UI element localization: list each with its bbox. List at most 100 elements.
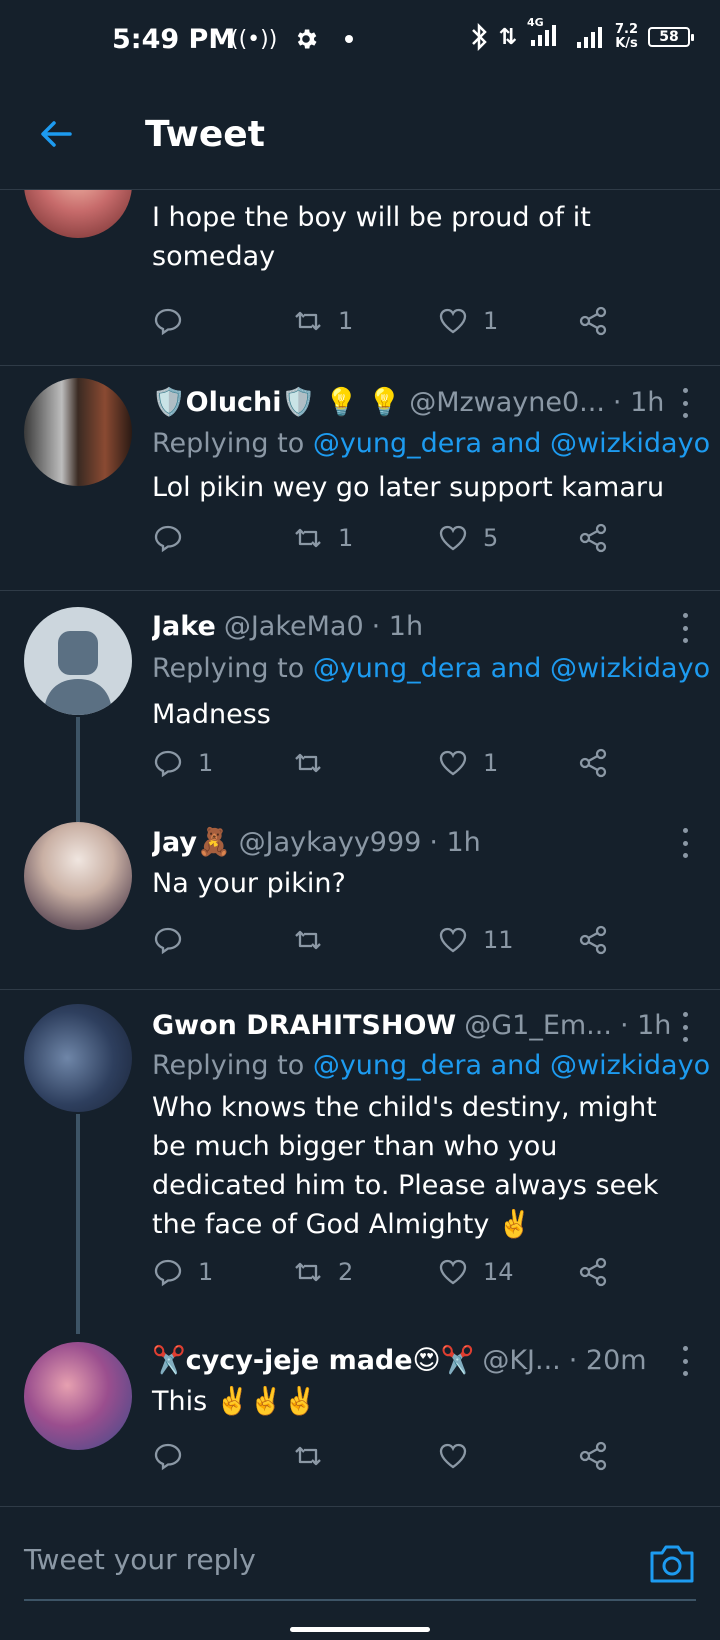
tweet-actions: 1 1 <box>152 747 622 787</box>
heart-icon <box>439 1443 467 1469</box>
retweet-icon <box>295 930 321 950</box>
like-button[interactable]: 1 <box>437 305 498 337</box>
user-handle[interactable]: @Mzwayne0... <box>409 387 605 418</box>
tweet-time: · 1h <box>612 386 665 418</box>
share-button[interactable] <box>577 305 609 337</box>
share-button[interactable] <box>577 747 609 779</box>
data-arrows-icon: ⇅ <box>498 24 517 50</box>
more-options-icon[interactable] <box>680 613 690 643</box>
page-title: Tweet <box>145 114 265 155</box>
share-button[interactable] <box>577 1256 609 1288</box>
tweet-time: · 1h <box>619 1010 672 1041</box>
avatar[interactable] <box>24 378 132 486</box>
tweet-actions: 1 5 <box>152 522 622 562</box>
user-handle[interactable]: @Jaykayy999 <box>239 827 422 858</box>
reply-button[interactable] <box>152 1440 198 1472</box>
heart-icon <box>439 525 467 551</box>
tweet-item[interactable]: 🛡️Oluchi🛡️ 💡 💡 @Mzwayne0... · 1h Replyin… <box>0 366 720 579</box>
tweet-time: · 20m <box>568 1344 647 1376</box>
like-button[interactable]: 11 <box>437 924 514 956</box>
retweet-button[interactable]: 1 <box>292 522 353 554</box>
tweet-item[interactable]: I hope the boy will be proud of it somed… <box>0 190 720 355</box>
settings-gear-icon <box>298 29 317 49</box>
reply-feed: I hope the boy will be proud of it somed… <box>0 190 720 1505</box>
retweet-button[interactable] <box>292 1440 338 1472</box>
battery-icon: 58 <box>648 27 694 47</box>
like-button[interactable]: 1 <box>437 747 498 779</box>
share-icon <box>579 306 607 336</box>
radio-icon: ((•)) <box>230 26 278 52</box>
avatar[interactable] <box>24 1004 132 1112</box>
share-icon <box>579 1441 607 1471</box>
retweet-button[interactable]: 2 <box>292 1256 353 1288</box>
display-name[interactable]: Gwon DRAHITSHOW <box>152 1010 456 1041</box>
tweet-item[interactable]: Jay🧸 @Jaykayy999 · 1h Na your pikin? 11 <box>0 820 720 990</box>
tweet-time: · 1h <box>371 611 424 642</box>
retweet-button[interactable]: 1 <box>292 305 353 337</box>
tweet-text: Madness <box>152 699 271 730</box>
retweet-icon <box>295 528 321 548</box>
avatar[interactable] <box>24 822 132 930</box>
reply-icon <box>154 308 182 336</box>
retweet-icon <box>295 753 321 773</box>
replying-to: Replying to @yung_dera and @wizkidayo <box>152 1050 711 1081</box>
avatar[interactable] <box>24 607 132 715</box>
share-button[interactable] <box>577 522 609 554</box>
reply-button[interactable] <box>152 305 198 337</box>
heart-icon <box>439 1259 467 1285</box>
tweet-actions: 11 <box>152 924 622 964</box>
tweet-time: · 1h <box>429 826 481 858</box>
reply-button[interactable] <box>152 522 198 554</box>
like-button[interactable] <box>437 1440 483 1472</box>
thread-line <box>76 717 80 822</box>
retweet-icon <box>295 1262 321 1282</box>
more-options-icon[interactable] <box>680 388 690 418</box>
reply-icon <box>154 1259 182 1287</box>
display-name[interactable]: Jake <box>152 611 216 642</box>
display-name[interactable]: Jay🧸 <box>152 826 231 858</box>
reply-input[interactable]: Tweet your reply <box>24 1543 584 1576</box>
mention-link[interactable]: @yung_dera and @wizkidayo <box>313 653 710 684</box>
reply-button[interactable]: 1 <box>152 747 213 779</box>
tweet-item[interactable]: Jake @JakeMa0 · 1h Replying to @yung_der… <box>0 591 720 822</box>
like-button[interactable]: 5 <box>437 522 498 554</box>
back-arrow-icon[interactable] <box>36 114 76 154</box>
tweet-item[interactable]: Gwon DRAHITSHOW @G1_Em... · 1h Replying … <box>0 990 720 1334</box>
reply-icon <box>154 1443 182 1471</box>
more-options-icon[interactable] <box>680 1012 690 1042</box>
more-options-icon[interactable] <box>680 1346 690 1376</box>
mention-link[interactable]: @yung_dera and @wizkidayo <box>313 428 710 459</box>
tweet-text-continued: someday <box>152 241 276 272</box>
tweet-text: This ✌️✌️✌️ <box>152 1386 317 1417</box>
home-indicator[interactable] <box>290 1627 430 1632</box>
heart-icon <box>439 927 467 953</box>
more-options-icon[interactable] <box>680 828 690 858</box>
tweet-text: Na your pikin? <box>152 868 346 899</box>
reply-button[interactable]: 1 <box>152 1256 213 1288</box>
avatar[interactable] <box>24 1342 132 1450</box>
like-button[interactable]: 14 <box>437 1256 514 1288</box>
share-button[interactable] <box>577 1440 609 1472</box>
user-handle[interactable]: @G1_Em... <box>464 1010 612 1041</box>
default-avatar-icon <box>44 631 112 715</box>
display-name[interactable]: ✂️cycy-jeje made😍✂️ <box>152 1344 474 1376</box>
camera-icon[interactable] <box>648 1541 696 1585</box>
reply-button[interactable] <box>152 924 198 956</box>
thread-line <box>76 1114 80 1334</box>
avatar[interactable] <box>24 190 132 238</box>
user-handle[interactable]: @KJ... <box>482 1345 560 1376</box>
bluetooth-icon <box>471 23 487 51</box>
tweet-actions: 1 1 <box>152 305 622 345</box>
share-icon <box>579 523 607 553</box>
retweet-button[interactable] <box>292 924 338 956</box>
top-app-bar: Tweet <box>0 80 720 190</box>
tweet-item[interactable]: ✂️cycy-jeje made😍✂️ @KJ... · 20m This ✌️… <box>0 1340 720 1505</box>
user-handle[interactable]: @JakeMa0 <box>224 611 364 642</box>
status-bar: 5:49 PM ((•)) ⇅ 4G 7.2 K/s 58 <box>0 0 720 80</box>
reply-composer: Tweet your reply <box>0 1506 720 1640</box>
tweet-text: Lol pikin wey go later support kamaru <box>152 472 665 503</box>
retweet-button[interactable] <box>292 747 338 779</box>
share-button[interactable] <box>577 924 609 956</box>
display-name[interactable]: 🛡️Oluchi🛡️ 💡 💡 <box>152 386 401 418</box>
mention-link[interactable]: @yung_dera and @wizkidayo <box>313 1050 710 1081</box>
